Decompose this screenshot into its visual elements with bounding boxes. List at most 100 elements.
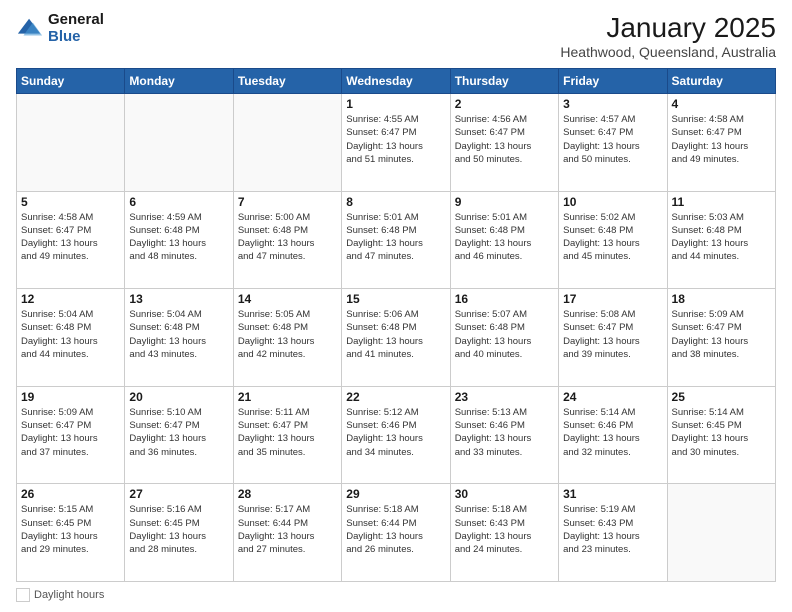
day-info: Sunrise: 5:10 AM Sunset: 6:47 PM Dayligh…	[129, 406, 228, 459]
day-info: Sunrise: 5:04 AM Sunset: 6:48 PM Dayligh…	[21, 308, 120, 361]
day-info: Sunrise: 5:18 AM Sunset: 6:43 PM Dayligh…	[455, 503, 554, 556]
day-number: 4	[672, 97, 771, 111]
calendar-cell: 12 Sunrise: 5:04 AM Sunset: 6:48 PM Dayli…	[17, 289, 125, 387]
calendar-cell: 4Sunrise: 4:58 AM Sunset: 6:47 PM Daylig…	[667, 94, 775, 192]
page-container: General Blue January 2025 Heathwood, Que…	[0, 0, 792, 612]
day-number: 28	[238, 487, 337, 501]
day-info: Sunrise: 4:57 AM Sunset: 6:47 PM Dayligh…	[563, 113, 662, 166]
calendar-header-monday: Monday	[125, 69, 233, 94]
day-info: Sunrise: 5:04 AM Sunset: 6:48 PM Dayligh…	[129, 308, 228, 361]
day-number: 11	[672, 195, 771, 209]
day-info: Sunrise: 5:09 AM Sunset: 6:47 PM Dayligh…	[21, 406, 120, 459]
day-info: Sunrise: 4:56 AM Sunset: 6:47 PM Dayligh…	[455, 113, 554, 166]
calendar-header-friday: Friday	[559, 69, 667, 94]
header: General Blue January 2025 Heathwood, Que…	[16, 12, 776, 60]
calendar-cell: 20Sunrise: 5:10 AM Sunset: 6:47 PM Dayli…	[125, 386, 233, 484]
calendar-cell: 25 Sunrise: 5:14 AM Sunset: 6:45 PM Dayli…	[667, 386, 775, 484]
day-info: Sunrise: 4:59 AM Sunset: 6:48 PM Dayligh…	[129, 211, 228, 264]
calendar-table: SundayMondayTuesdayWednesdayThursdayFrid…	[16, 68, 776, 582]
calendar-header-saturday: Saturday	[667, 69, 775, 94]
calendar-cell: 3 Sunrise: 4:57 AM Sunset: 6:47 PM Daylig…	[559, 94, 667, 192]
calendar-week-5: 26 Sunrise: 5:15 AM Sunset: 6:45 PM Dayli…	[17, 484, 776, 582]
day-info: Sunrise: 4:55 AM Sunset: 6:47 PM Dayligh…	[346, 113, 445, 166]
day-info: Sunrise: 4:58 AM Sunset: 6:47 PM Dayligh…	[21, 211, 120, 264]
day-number: 5	[21, 195, 120, 209]
day-number: 22	[346, 390, 445, 404]
calendar-cell: 22 Sunrise: 5:12 AM Sunset: 6:46 PM Dayli…	[342, 386, 450, 484]
day-number: 15	[346, 292, 445, 306]
day-info: Sunrise: 5:05 AM Sunset: 6:48 PM Dayligh…	[238, 308, 337, 361]
day-number: 14	[238, 292, 337, 306]
calendar-cell: 7 Sunrise: 5:00 AM Sunset: 6:48 PM Daylig…	[233, 191, 341, 289]
calendar-cell: 28Sunrise: 5:17 AM Sunset: 6:44 PM Dayli…	[233, 484, 341, 582]
calendar-week-4: 19 Sunrise: 5:09 AM Sunset: 6:47 PM Dayli…	[17, 386, 776, 484]
legend-box-daylight	[16, 588, 30, 602]
calendar-cell: 1Sunrise: 4:55 AM Sunset: 6:47 PM Daylig…	[342, 94, 450, 192]
logo-blue-text: Blue	[48, 29, 104, 46]
calendar-cell: 31Sunrise: 5:19 AM Sunset: 6:43 PM Dayli…	[559, 484, 667, 582]
day-info: Sunrise: 5:16 AM Sunset: 6:45 PM Dayligh…	[129, 503, 228, 556]
logo: General Blue	[16, 12, 104, 45]
calendar-cell	[125, 94, 233, 192]
calendar-cell: 14 Sunrise: 5:05 AM Sunset: 6:48 PM Dayli…	[233, 289, 341, 387]
calendar-cell: 15 Sunrise: 5:06 AM Sunset: 6:48 PM Dayli…	[342, 289, 450, 387]
legend-item-daylight: Daylight hours	[16, 588, 104, 602]
calendar-cell: 18 Sunrise: 5:09 AM Sunset: 6:47 PM Dayli…	[667, 289, 775, 387]
day-number: 12	[21, 292, 120, 306]
day-info: Sunrise: 5:06 AM Sunset: 6:48 PM Dayligh…	[346, 308, 445, 361]
day-info: Sunrise: 5:01 AM Sunset: 6:48 PM Dayligh…	[346, 211, 445, 264]
location: Heathwood, Queensland, Australia	[560, 44, 776, 60]
calendar-week-2: 5 Sunrise: 4:58 AM Sunset: 6:47 PM Daylig…	[17, 191, 776, 289]
day-number: 27	[129, 487, 228, 501]
day-info: Sunrise: 5:00 AM Sunset: 6:48 PM Dayligh…	[238, 211, 337, 264]
calendar-cell: 8Sunrise: 5:01 AM Sunset: 6:48 PM Daylig…	[342, 191, 450, 289]
day-number: 19	[21, 390, 120, 404]
day-number: 13	[129, 292, 228, 306]
calendar-cell: 21Sunrise: 5:11 AM Sunset: 6:47 PM Dayli…	[233, 386, 341, 484]
calendar-cell: 16Sunrise: 5:07 AM Sunset: 6:48 PM Dayli…	[450, 289, 558, 387]
day-info: Sunrise: 5:02 AM Sunset: 6:48 PM Dayligh…	[563, 211, 662, 264]
day-number: 7	[238, 195, 337, 209]
legend-daylight-label: Daylight hours	[34, 589, 104, 601]
day-number: 9	[455, 195, 554, 209]
day-number: 29	[346, 487, 445, 501]
day-info: Sunrise: 5:14 AM Sunset: 6:45 PM Dayligh…	[672, 406, 771, 459]
calendar-cell	[233, 94, 341, 192]
day-info: Sunrise: 5:18 AM Sunset: 6:44 PM Dayligh…	[346, 503, 445, 556]
day-number: 6	[129, 195, 228, 209]
day-info: Sunrise: 5:07 AM Sunset: 6:48 PM Dayligh…	[455, 308, 554, 361]
calendar-cell: 9 Sunrise: 5:01 AM Sunset: 6:48 PM Daylig…	[450, 191, 558, 289]
title-block: January 2025 Heathwood, Queensland, Aust…	[560, 12, 776, 60]
day-info: Sunrise: 5:15 AM Sunset: 6:45 PM Dayligh…	[21, 503, 120, 556]
day-info: Sunrise: 5:12 AM Sunset: 6:46 PM Dayligh…	[346, 406, 445, 459]
day-number: 25	[672, 390, 771, 404]
calendar-header-row: SundayMondayTuesdayWednesdayThursdayFrid…	[17, 69, 776, 94]
calendar-cell: 29 Sunrise: 5:18 AM Sunset: 6:44 PM Dayli…	[342, 484, 450, 582]
day-info: Sunrise: 5:01 AM Sunset: 6:48 PM Dayligh…	[455, 211, 554, 264]
day-number: 17	[563, 292, 662, 306]
day-number: 3	[563, 97, 662, 111]
calendar-cell: 26 Sunrise: 5:15 AM Sunset: 6:45 PM Dayli…	[17, 484, 125, 582]
calendar-week-3: 12 Sunrise: 5:04 AM Sunset: 6:48 PM Dayli…	[17, 289, 776, 387]
day-info: Sunrise: 5:03 AM Sunset: 6:48 PM Dayligh…	[672, 211, 771, 264]
day-number: 24	[563, 390, 662, 404]
calendar-cell: 23Sunrise: 5:13 AM Sunset: 6:46 PM Dayli…	[450, 386, 558, 484]
calendar-cell: 13 Sunrise: 5:04 AM Sunset: 6:48 PM Dayli…	[125, 289, 233, 387]
calendar-header-wednesday: Wednesday	[342, 69, 450, 94]
day-info: Sunrise: 5:09 AM Sunset: 6:47 PM Dayligh…	[672, 308, 771, 361]
calendar-header-thursday: Thursday	[450, 69, 558, 94]
day-info: Sunrise: 5:11 AM Sunset: 6:47 PM Dayligh…	[238, 406, 337, 459]
day-number: 18	[672, 292, 771, 306]
day-number: 2	[455, 97, 554, 111]
calendar-cell: 11 Sunrise: 5:03 AM Sunset: 6:48 PM Dayli…	[667, 191, 775, 289]
day-info: Sunrise: 5:19 AM Sunset: 6:43 PM Dayligh…	[563, 503, 662, 556]
day-info: Sunrise: 5:08 AM Sunset: 6:47 PM Dayligh…	[563, 308, 662, 361]
month-title: January 2025	[560, 12, 776, 44]
calendar-cell	[17, 94, 125, 192]
legend: Daylight hours	[16, 588, 776, 602]
calendar-cell: 30 Sunrise: 5:18 AM Sunset: 6:43 PM Dayli…	[450, 484, 558, 582]
day-number: 30	[455, 487, 554, 501]
calendar-cell: 6 Sunrise: 4:59 AM Sunset: 6:48 PM Daylig…	[125, 191, 233, 289]
calendar-cell	[667, 484, 775, 582]
day-number: 26	[21, 487, 120, 501]
